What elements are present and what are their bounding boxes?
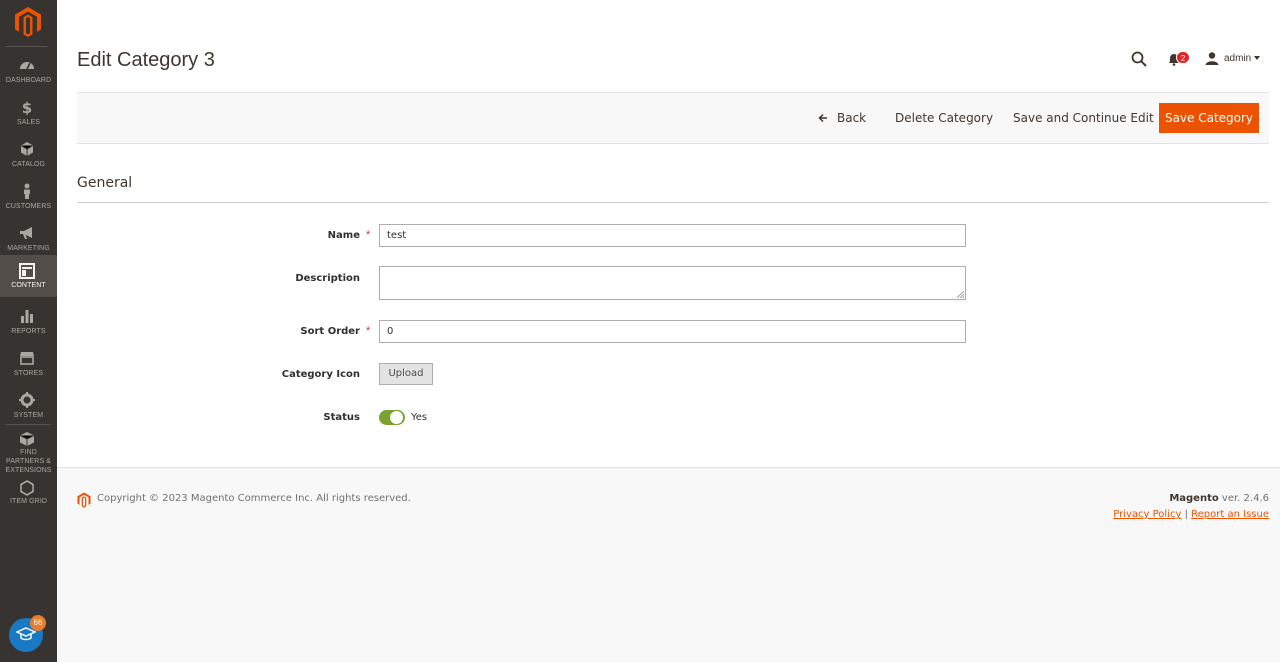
toggle-knob bbox=[390, 411, 403, 424]
dollar-icon: $ bbox=[22, 99, 32, 115]
brand-name: Magento bbox=[1169, 493, 1219, 504]
link-separator: | bbox=[1184, 509, 1188, 520]
page-footer: Copyright © 2023 Magento Commerce Inc. A… bbox=[57, 467, 1280, 662]
bar-chart-icon bbox=[21, 310, 33, 323]
user-icon[interactable] bbox=[1205, 52, 1219, 65]
layout-icon bbox=[19, 263, 35, 279]
sidebar-item-marketing[interactable]: MARKETING bbox=[0, 218, 57, 260]
sidebar-item-content[interactable]: CONTENT bbox=[0, 255, 57, 297]
version-text: Magento ver. 2.4.6 bbox=[1169, 493, 1269, 504]
copyright-text: Copyright © 2023 Magento Commerce Inc. A… bbox=[97, 493, 411, 504]
sidebar-item-find-partners[interactable]: FIND PARTNERS & EXTENSIONS bbox=[0, 427, 57, 479]
page-actions-bar: Back Delete Category Save and Continue E… bbox=[77, 92, 1269, 144]
name-input[interactable]: test bbox=[379, 224, 966, 247]
status-toggle[interactable] bbox=[379, 410, 405, 425]
megaphone-icon bbox=[20, 227, 32, 239]
person-icon bbox=[24, 183, 30, 199]
required-mark: * bbox=[366, 325, 371, 337]
hexagon-icon bbox=[20, 480, 34, 496]
status-value: Yes bbox=[411, 412, 428, 423]
sidebar-item-label: STORES bbox=[13, 370, 44, 377]
sidebar-item-system[interactable]: SYSTEM bbox=[0, 385, 57, 427]
section-divider bbox=[77, 202, 1269, 203]
dashboard-icon bbox=[20, 62, 34, 70]
gear-icon bbox=[19, 392, 35, 408]
delete-category-button[interactable]: Delete Category bbox=[895, 111, 993, 125]
magento-logo-icon bbox=[77, 492, 91, 508]
back-button[interactable]: Back bbox=[837, 111, 866, 125]
sidebar-item-customers[interactable]: CUSTOMERS bbox=[0, 176, 57, 218]
sidebar-item-label: DASHBOARD bbox=[5, 77, 52, 84]
sidebar-item-label: ITEM GRID bbox=[9, 498, 48, 505]
description-label: Description bbox=[295, 273, 360, 284]
sidebar-item-label: REPORTS bbox=[11, 328, 46, 335]
arrow-left-icon[interactable] bbox=[818, 113, 828, 123]
save-and-continue-button[interactable]: Save and Continue Edit bbox=[1013, 111, 1154, 125]
sidebar-item-reports[interactable]: REPORTS bbox=[0, 301, 57, 343]
admin-sidebar: DASHBOARD $ SALES CATALOG CUSTOMERS MARK… bbox=[0, 0, 57, 662]
category-icon-label: Category Icon bbox=[281, 369, 360, 380]
sidebar-item-catalog[interactable]: CATALOG bbox=[0, 134, 57, 176]
sidebar-item-label: CONTENT bbox=[11, 282, 46, 289]
cube-icon bbox=[20, 142, 34, 156]
section-title-general[interactable]: General bbox=[77, 175, 132, 191]
status-label: Status bbox=[323, 412, 360, 423]
search-icon[interactable] bbox=[1131, 51, 1147, 67]
magento-logo-icon[interactable] bbox=[14, 7, 42, 37]
logo-divider bbox=[6, 46, 47, 47]
sort-order-input[interactable]: 0 bbox=[379, 320, 966, 343]
resize-handle-icon[interactable] bbox=[957, 291, 964, 298]
svg-text:$: $ bbox=[22, 99, 32, 115]
store-icon bbox=[20, 352, 34, 365]
footer-links: Privacy Policy | Report an Issue bbox=[1113, 509, 1269, 520]
sort-order-label: Sort Order bbox=[300, 326, 360, 337]
sidebar-item-label: MARKETING bbox=[7, 245, 50, 252]
sidebar-item-label: CATALOG bbox=[11, 161, 46, 168]
notification-badge[interactable]: 2 bbox=[1176, 51, 1190, 64]
sidebar-item-label: SYSTEM bbox=[13, 412, 44, 419]
learning-badge: 66 bbox=[30, 615, 46, 631]
sidebar-item-label: FIND PARTNERS & EXTENSIONS bbox=[5, 449, 52, 474]
box-icon bbox=[19, 432, 35, 446]
sidebar-item-dashboard[interactable]: DASHBOARD bbox=[0, 50, 57, 92]
name-label: Name bbox=[327, 230, 360, 241]
sidebar-item-stores[interactable]: STORES bbox=[0, 343, 57, 385]
report-issue-link[interactable]: Report an Issue bbox=[1191, 509, 1269, 520]
admin-user-menu[interactable]: admin bbox=[1224, 53, 1251, 64]
description-textarea[interactable] bbox=[379, 266, 966, 300]
version-number: ver. 2.4.6 bbox=[1221, 493, 1269, 504]
required-mark: * bbox=[366, 229, 371, 241]
sidebar-item-label: SALES bbox=[16, 119, 41, 126]
sidebar-item-item-grid[interactable]: ITEM GRID bbox=[0, 476, 57, 518]
upload-button[interactable]: Upload bbox=[379, 363, 433, 385]
sidebar-divider bbox=[6, 424, 50, 425]
page-title: Edit Category 3 bbox=[77, 49, 215, 71]
chevron-down-icon[interactable] bbox=[1254, 56, 1260, 60]
sidebar-item-sales[interactable]: $ SALES bbox=[0, 92, 57, 134]
sidebar-item-label: CUSTOMERS bbox=[5, 203, 52, 210]
privacy-policy-link[interactable]: Privacy Policy bbox=[1113, 509, 1181, 520]
save-category-button[interactable]: Save Category bbox=[1159, 103, 1259, 133]
